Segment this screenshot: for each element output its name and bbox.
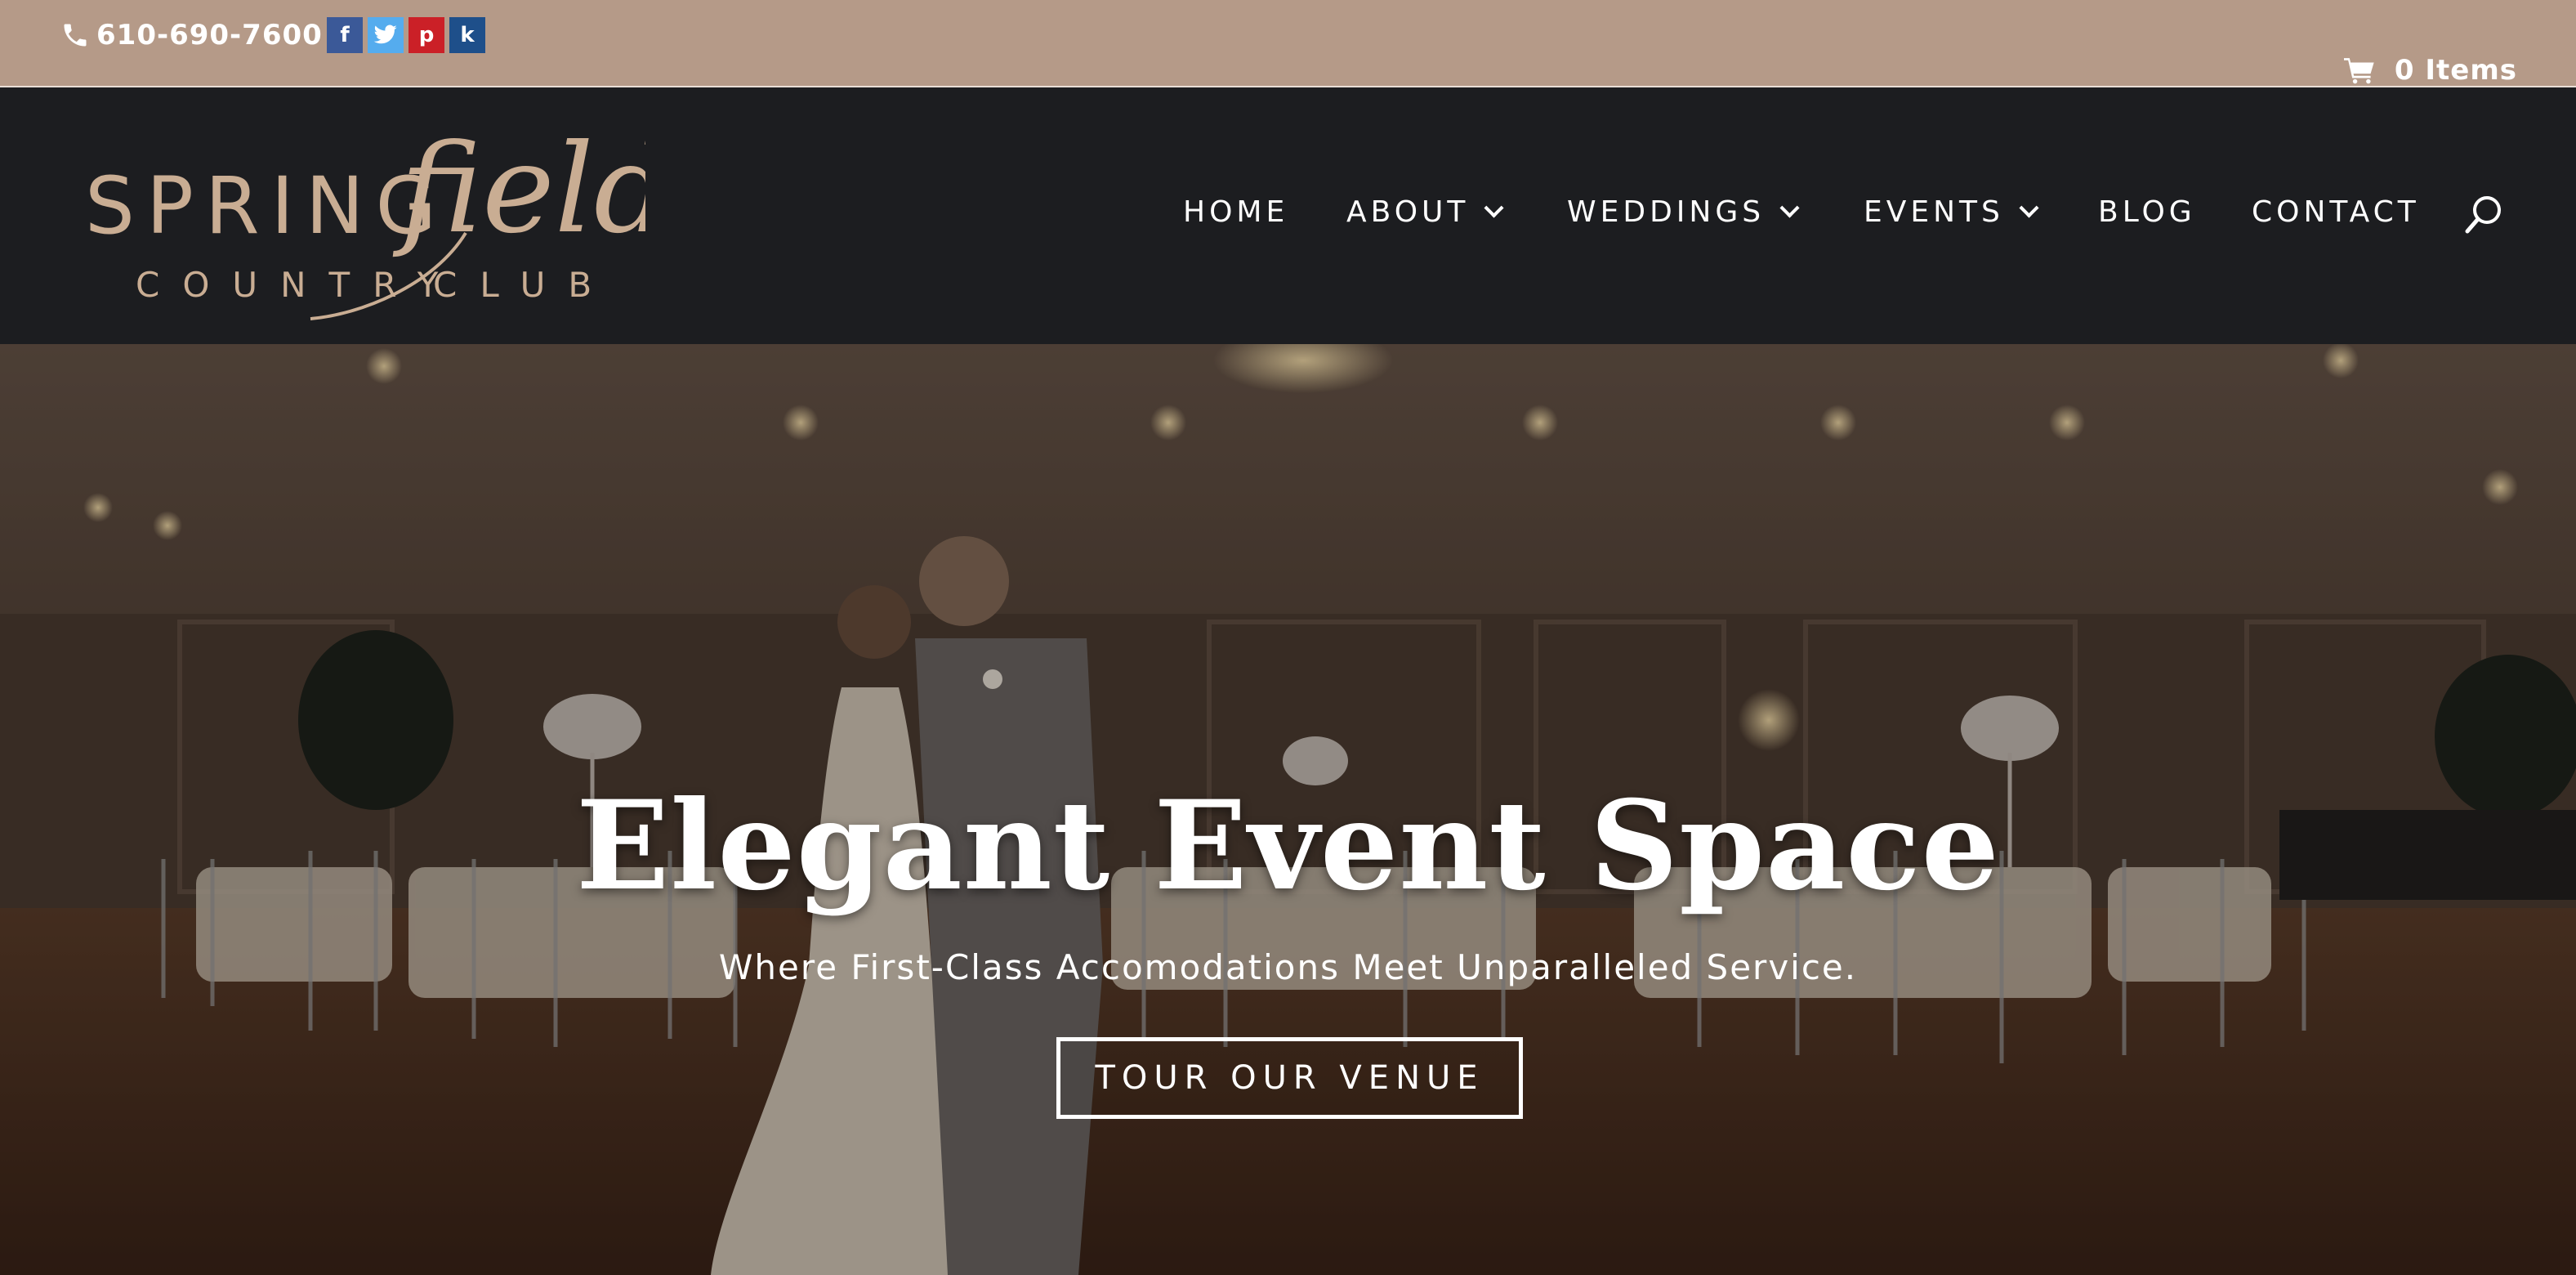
nav-about[interactable]: ABOUT xyxy=(1346,195,1504,229)
nav-contact[interactable]: CONTACT xyxy=(2252,195,2420,229)
cart-icon xyxy=(2343,58,2374,84)
top-bar: 610-690-7600 f p k 0 Items xyxy=(0,0,2576,87)
site-header: SPRING field COUNTRY CLUB HOME ABOUT WED… xyxy=(0,87,2576,344)
chevron-down-icon xyxy=(1484,198,1504,218)
social-links: f p k xyxy=(327,17,485,53)
phone-link[interactable]: 610-690-7600 xyxy=(60,18,323,52)
nav-contact-label: CONTACT xyxy=(2252,195,2420,229)
nav-weddings[interactable]: WEDDINGS xyxy=(1567,195,1800,229)
twitter-icon[interactable] xyxy=(368,17,404,53)
nav-home-label: HOME xyxy=(1183,195,1289,229)
hero-section: Elegant Event Space Where First-Class Ac… xyxy=(0,344,2576,1275)
nav-events-label: EVENTS xyxy=(1864,195,2004,229)
nav-home[interactable]: HOME xyxy=(1183,195,1288,229)
facebook-icon[interactable]: f xyxy=(327,17,363,53)
nav-weddings-label: WEDDINGS xyxy=(1567,195,1766,229)
knot-icon[interactable]: k xyxy=(449,17,485,53)
phone-number: 610-690-7600 xyxy=(96,19,323,51)
nav-events[interactable]: EVENTS xyxy=(1864,195,2039,229)
nav-blog-label: BLOG xyxy=(2098,195,2196,229)
hero-title: Elegant Event Space xyxy=(575,774,2001,918)
tour-venue-button[interactable]: TOUR OUR VENUE xyxy=(1056,1037,1523,1119)
hero-subtitle: Where First-Class Accomodations Meet Unp… xyxy=(718,947,1858,987)
phone-icon xyxy=(64,24,87,47)
pinterest-icon[interactable]: p xyxy=(408,17,444,53)
nav-about-label: ABOUT xyxy=(1346,195,1470,229)
chevron-down-icon xyxy=(1779,198,1800,218)
cart-count: 0 Items xyxy=(2394,54,2517,87)
main-nav: HOME ABOUT WEDDINGS EVENTS BLOG CONTACT xyxy=(0,87,2576,344)
search-icon[interactable] xyxy=(2464,194,2503,236)
cart-link[interactable]: 0 Items xyxy=(2343,54,2517,87)
nav-blog[interactable]: BLOG xyxy=(2098,195,2196,229)
chevron-down-icon xyxy=(2019,198,2039,218)
